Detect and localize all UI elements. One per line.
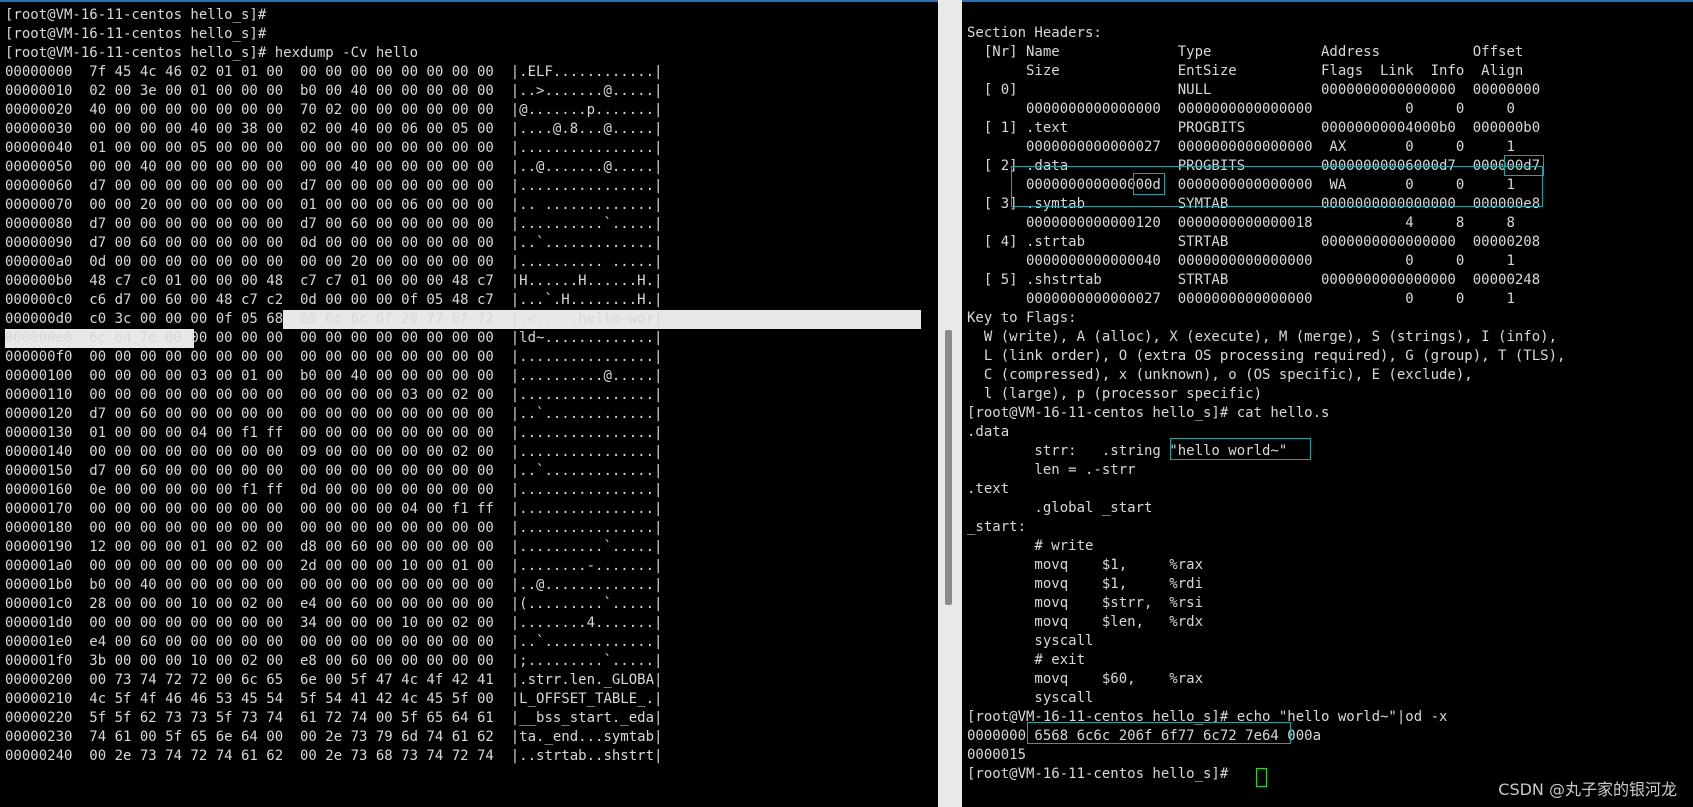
terminal-line: 00000050 00 00 40 00 00 00 00 00 00 00 4… — [5, 159, 663, 175]
terminal-line: 00000020 40 00 00 00 00 00 00 00 70 02 0… — [5, 102, 663, 118]
left-terminal-scrollbar[interactable] — [945, 330, 952, 605]
terminal-line: 00000190 12 00 00 00 01 00 02 00 d8 00 6… — [5, 539, 663, 555]
terminal-line: 000001d0 00 00 00 00 00 00 00 00 34 00 0… — [5, 615, 663, 631]
terminal-line: 000001c0 28 00 00 00 10 00 02 00 e4 00 6… — [5, 596, 663, 612]
size-d-box — [1133, 173, 1165, 195]
terminal-line: .text — [967, 481, 1010, 497]
terminal-line: 00000160 0e 00 00 00 00 00 f1 ff 0d 00 0… — [5, 482, 663, 498]
terminal-line: 00000040 01 00 00 00 05 00 00 00 00 00 0… — [5, 140, 663, 156]
terminal-line: movq $60, %rax — [967, 671, 1204, 687]
terminal-line: 00000060 d7 00 00 00 00 00 00 00 d7 00 0… — [5, 178, 663, 194]
terminal-line: L (link order), O (extra OS processing r… — [967, 348, 1566, 364]
terminal-line: [root@VM-16-11-centos hello_s]# — [5, 7, 267, 23]
terminal-line: 000000d0 c0 3c 00 00 00 0f 05 68 65 6c 6… — [5, 311, 663, 327]
offset-d7-box — [1504, 155, 1544, 176]
terminal-line: [root@VM-16-11-centos hello_s]# cat hell… — [967, 405, 1330, 421]
data-section-box — [1011, 166, 1543, 207]
terminal-line: W (write), A (alloc), X (execute), M (me… — [967, 329, 1558, 345]
terminal-line: 000000e0 6c 64 7e 00 00 00 00 00 00 00 0… — [5, 330, 663, 346]
terminal-line: [ 0] NULL 0000000000000000 00000000 — [967, 82, 1541, 98]
terminal-line: 00000140 00 00 00 00 00 00 00 00 09 00 0… — [5, 444, 663, 460]
terminal-cursor[interactable] — [1256, 768, 1267, 787]
terminal-line: movq $1, %rax — [967, 557, 1204, 573]
terminal-line: 00000170 00 00 00 00 00 00 00 00 00 00 0… — [5, 501, 663, 517]
terminal-line: 00000010 02 00 3e 00 01 00 00 00 b0 00 4… — [5, 83, 663, 99]
terminal-line: 00000200 00 73 74 72 72 00 6c 65 6e 00 5… — [5, 672, 663, 688]
watermark: CSDN @丸子家的银河龙 — [1498, 780, 1677, 799]
terminal-line: 000001f0 3b 00 00 00 10 00 02 00 e8 00 6… — [5, 653, 663, 669]
terminal-line: 00000000 7f 45 4c 46 02 01 01 00 00 00 0… — [5, 64, 663, 80]
terminal-line: # write — [967, 538, 1094, 554]
terminal-line: 00000220 5f 5f 62 73 73 5f 73 74 61 72 7… — [5, 710, 663, 726]
terminal-line: 00000100 00 00 00 00 03 00 01 00 b0 00 4… — [5, 368, 663, 384]
terminal-line: 0000000000000040 0000000000000000 0 0 1 — [967, 253, 1515, 269]
terminal-line: 00000030 00 00 00 00 40 00 38 00 02 00 4… — [5, 121, 663, 137]
terminal-line: 00000150 d7 00 60 00 00 00 00 00 00 00 0… — [5, 463, 663, 479]
terminal-line: _start: — [967, 519, 1027, 535]
terminal-line: [root@VM-16-11-centos hello_s]# — [5, 26, 267, 42]
terminal-line: 0000015 — [967, 747, 1027, 763]
terminal-line: 000000b0 48 c7 c0 01 00 00 00 48 c7 c7 0… — [5, 273, 663, 289]
terminal-line: 00000080 d7 00 00 00 00 00 00 00 d7 00 6… — [5, 216, 663, 232]
terminal-line: 000000a0 0d 00 00 00 00 00 00 00 00 00 2… — [5, 254, 663, 270]
terminal-line: 00000090 d7 00 60 00 00 00 00 00 0d 00 0… — [5, 235, 663, 251]
terminal-line: 00000230 74 61 00 5f 65 6e 64 00 00 2e 7… — [5, 729, 663, 745]
terminal-line: l (large), p (processor specific) — [967, 386, 1263, 402]
od-output-box — [1027, 722, 1291, 744]
terminal-line: 000000c0 c6 d7 00 60 00 48 c7 c2 0d 00 0… — [5, 292, 663, 308]
terminal-line: [ 1] .text PROGBITS 00000000004000b0 000… — [967, 120, 1541, 136]
terminal-line: len = .-strr — [967, 462, 1136, 478]
terminal-line: 000001b0 b0 00 40 00 00 00 00 00 00 00 0… — [5, 577, 663, 593]
left-terminal[interactable]: [root@VM-16-11-centos hello_s]# [root@VM-… — [0, 0, 938, 807]
left-terminal-output: [root@VM-16-11-centos hello_s]# [root@VM-… — [5, 6, 662, 766]
terminal-line: syscall — [967, 690, 1094, 706]
terminal-line: 00000240 00 2e 73 74 72 74 61 62 00 2e 7… — [5, 748, 663, 764]
terminal-line: [Nr] Name Type Address Offset — [967, 44, 1524, 60]
terminal-line: 00000110 00 00 00 00 00 00 00 00 00 00 0… — [5, 387, 663, 403]
terminal-line: [ 5] .shstrtab STRTAB 0000000000000000 0… — [967, 272, 1541, 288]
terminal-line: 0000000000000000 0000000000000000 0 0 0 — [967, 101, 1515, 117]
terminal-line: # exit — [967, 652, 1086, 668]
terminal-line: [root@VM-16-11-centos hello_s]# hexdump … — [5, 45, 419, 61]
terminal-line: .global _start — [967, 500, 1153, 516]
terminal-line: movq $1, %rdi — [967, 576, 1204, 592]
terminal-line: 000000f0 00 00 00 00 00 00 00 00 00 00 0… — [5, 349, 663, 365]
terminal-line: 0000000000000120 0000000000000018 4 8 8 — [967, 215, 1515, 231]
terminal-line: 000001e0 e4 00 60 00 00 00 00 00 00 00 0… — [5, 634, 663, 650]
terminal-line: 0000000000000027 0000000000000000 0 0 1 — [967, 291, 1515, 307]
terminal-line: [ 4] .strtab STRTAB 0000000000000000 000… — [967, 234, 1541, 250]
terminal-line: 000001a0 00 00 00 00 00 00 00 00 2d 00 0… — [5, 558, 663, 574]
terminal-line: movq $strr, %rsi — [967, 595, 1204, 611]
terminal-line: C (compressed), x (unknown), o (OS speci… — [967, 367, 1473, 383]
terminal-line: Key to Flags: — [967, 310, 1077, 326]
terminal-line: 00000120 d7 00 60 00 00 00 00 00 00 00 0… — [5, 406, 663, 422]
right-terminal[interactable]: Section Headers: [Nr] Name Type Address … — [962, 0, 1693, 807]
string-literal-box — [1170, 438, 1311, 460]
terminal-line: 00000210 4c 5f 4f 46 46 53 45 54 5f 54 4… — [5, 691, 663, 707]
right-terminal-output: Section Headers: [Nr] Name Type Address … — [967, 24, 1565, 784]
terminal-line: Size EntSize Flags Link Info Align — [967, 63, 1524, 79]
terminal-line: syscall — [967, 633, 1094, 649]
terminal-line: 0000000000000027 0000000000000000 AX 0 0… — [967, 139, 1515, 155]
terminal-line: Section Headers: — [967, 25, 1102, 41]
terminal-line: 00000130 01 00 00 00 04 00 f1 ff 00 00 0… — [5, 425, 663, 441]
terminal-line: 00000180 00 00 00 00 00 00 00 00 00 00 0… — [5, 520, 663, 536]
terminal-line: 00000070 00 00 20 00 00 00 00 00 01 00 0… — [5, 197, 663, 213]
terminal-line: movq $len, %rdx — [967, 614, 1204, 630]
